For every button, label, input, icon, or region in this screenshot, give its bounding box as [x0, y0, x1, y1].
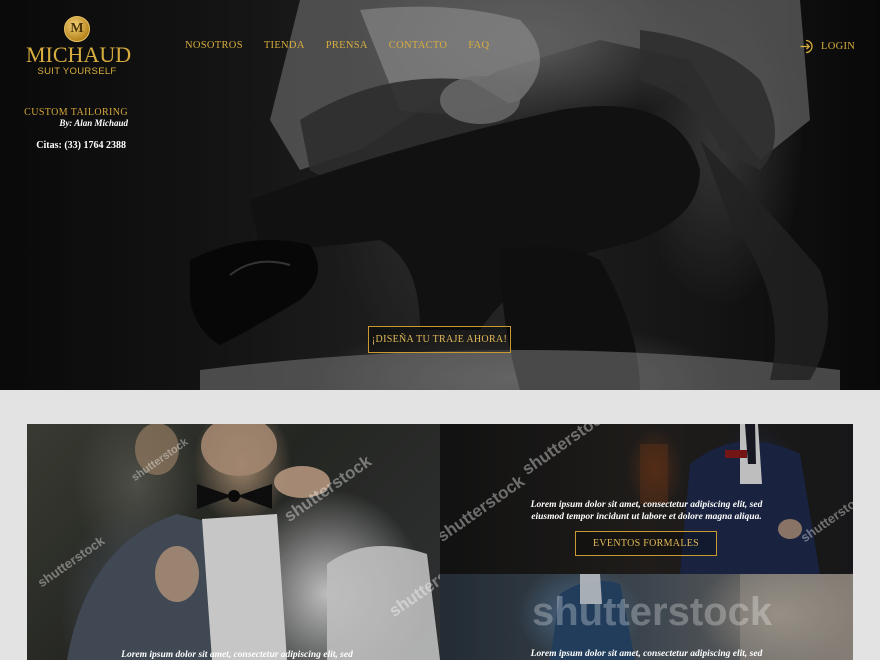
card-groom[interactable]: shutterstock shutterstock shutterstock s…	[27, 424, 440, 660]
card-casual-text: Lorem ipsum dolor sit amet, consectetur …	[530, 649, 763, 659]
nav-item-contacto[interactable]: CONTACTO	[389, 40, 448, 51]
nav-item-prensa[interactable]: PRENSA	[326, 40, 368, 51]
brand-logo[interactable]: M MICHAUD SUIT YOURSELF	[26, 16, 132, 77]
card-formal-events[interactable]: shutterstock shutterstock shutterstock L…	[440, 424, 853, 574]
main-nav: NOSOTROS TIENDA PRENSA CONTACTO FAQ	[185, 40, 510, 51]
intro-block: CUSTOM TAILORING By: Alan Michaud	[18, 107, 128, 129]
intro-title: CUSTOM TAILORING	[24, 107, 128, 118]
login-icon	[800, 39, 813, 54]
login-label: LOGIN	[821, 41, 856, 52]
card-casual[interactable]: shutterstock Lorem ipsum dolor sit amet,…	[440, 574, 853, 660]
feature-cards: shutterstock shutterstock shutterstock s…	[27, 424, 853, 660]
nav-item-nosotros[interactable]: NOSOTROS	[185, 40, 243, 51]
appointment-phone: Citas: (33) 1764 2388	[36, 140, 126, 151]
card-formal-events-text-line1: Lorem ipsum dolor sit amet, consectetur …	[530, 500, 763, 510]
brand-tagline: SUIT YOURSELF	[37, 66, 117, 77]
brand-medal-icon: M	[64, 16, 90, 42]
login-button[interactable]: LOGIN	[799, 38, 855, 55]
hero-banner: M MICHAUD SUIT YOURSELF CUSTOM TAILORING…	[0, 0, 880, 390]
intro-author: By: Alan Michaud	[59, 118, 128, 128]
card-formal-events-text-line2: eiusmod tempor incidunt ut labore et dol…	[531, 512, 762, 522]
watermark-text: shutterstock	[532, 590, 773, 634]
formal-events-button[interactable]: EVENTOS FORMALES	[575, 531, 717, 556]
brand-name: MICHAUD	[26, 42, 132, 67]
card-groom-text: Lorem ipsum dolor sit amet, consectetur …	[121, 650, 353, 660]
nav-item-faq[interactable]: FAQ	[468, 40, 489, 51]
design-suit-cta-button[interactable]: ¡DISEÑA TU TRAJE AHORA!	[368, 326, 511, 353]
nav-item-tienda[interactable]: TIENDA	[264, 40, 305, 51]
